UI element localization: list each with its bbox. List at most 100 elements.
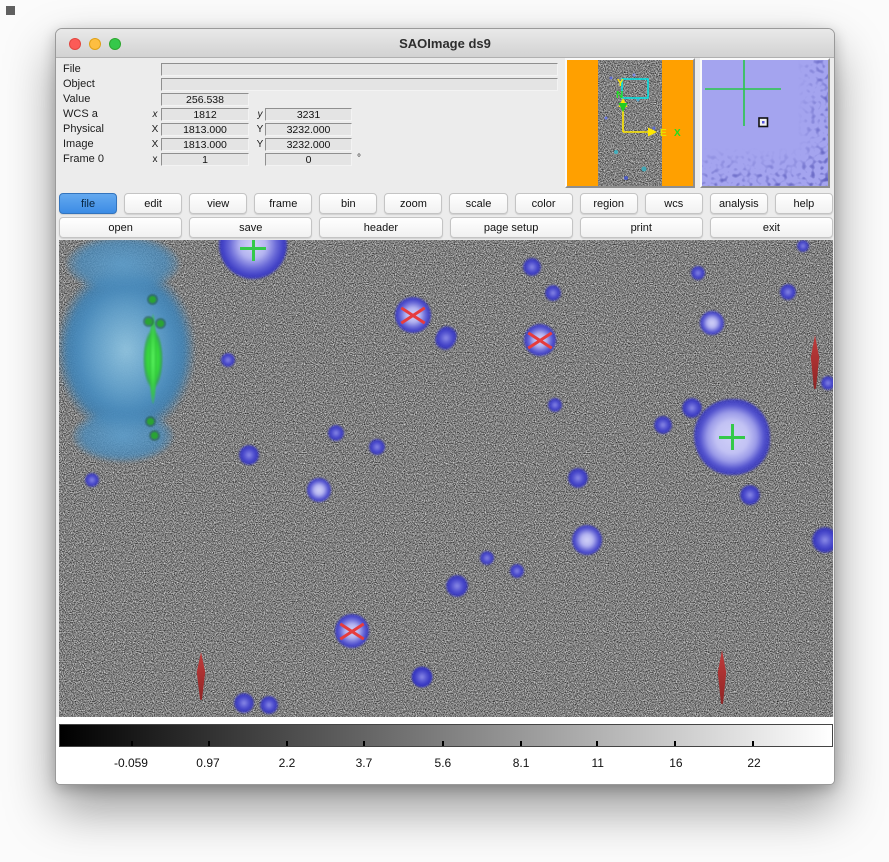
colorbar-tick-label: 11	[591, 756, 603, 770]
star-blob	[568, 468, 588, 488]
file-field[interactable]	[161, 63, 558, 76]
wcs-y-field[interactable]	[265, 108, 352, 121]
star-blob	[700, 311, 724, 335]
toolbar-button-header[interactable]: header	[319, 217, 442, 238]
panner-east-label: E	[660, 128, 667, 139]
wcs-x-label: x	[149, 107, 161, 122]
magnifier[interactable]	[700, 58, 830, 188]
galaxy-core-speckle	[145, 318, 152, 325]
toolbar-button-page-setup[interactable]: page setup	[450, 217, 573, 238]
info-row-value: Value	[56, 92, 576, 107]
galaxy-saturated-core	[138, 312, 168, 406]
value-label: Value	[63, 92, 90, 107]
menu-button-file[interactable]: file	[59, 193, 117, 214]
image-x-field[interactable]	[161, 138, 249, 151]
magnifier-canvas	[702, 60, 828, 186]
titlebar[interactable]: SAOImage ds9	[56, 29, 834, 58]
star-blob	[239, 445, 259, 465]
colorbar-gradient[interactable]	[59, 724, 833, 747]
toolbar-button-exit[interactable]: exit	[710, 217, 833, 238]
colorbar-tick	[674, 741, 676, 746]
star-blob	[480, 551, 494, 565]
toolbar-button-open[interactable]: open	[59, 217, 182, 238]
menu-button-analysis[interactable]: analysis	[710, 193, 768, 214]
image-label: Image	[63, 137, 94, 152]
toolbar-button-save[interactable]: save	[189, 217, 312, 238]
star-blob	[740, 485, 760, 505]
colorbar-tick-label: 3.7	[356, 756, 373, 770]
star-blob	[260, 696, 278, 714]
value-field[interactable]	[161, 93, 249, 106]
star-blob	[328, 425, 344, 441]
menu-button-color[interactable]: color	[515, 193, 573, 214]
image-y-field[interactable]	[265, 138, 352, 151]
menu-button-help[interactable]: help	[775, 193, 833, 214]
star-blob	[548, 398, 562, 412]
star-blob	[307, 478, 331, 502]
colorbar-tick	[208, 741, 210, 746]
window-title: SAOImage ds9	[399, 36, 491, 51]
star-blob	[523, 258, 541, 276]
red-x-marker[interactable]	[400, 304, 426, 326]
menu-button-region[interactable]: region	[580, 193, 638, 214]
frame-x-label: x	[149, 152, 161, 167]
desktop: SAOImage ds9 File Object Value WCS a x y	[0, 0, 889, 862]
colorbar-section: -0.059 0.97 2.2 3.7 5.6 8.1 11 16 22	[56, 717, 834, 784]
wcs-label: WCS a	[63, 107, 98, 122]
star-blob	[234, 693, 254, 713]
menu-button-zoom[interactable]: zoom	[384, 193, 442, 214]
colorbar-tick-label: 8.1	[513, 756, 530, 770]
sky-image-display[interactable]	[59, 240, 833, 717]
info-row-file: File	[56, 62, 576, 77]
green-cross-marker[interactable]	[719, 424, 745, 450]
galaxy-core-speckle	[157, 320, 164, 327]
physical-x-field[interactable]	[161, 123, 249, 136]
menu-button-view[interactable]: view	[189, 193, 247, 214]
star-blob	[545, 285, 561, 301]
colorbar-tick	[286, 741, 288, 746]
image-x-label: X	[149, 137, 161, 152]
file-label: File	[63, 62, 81, 77]
info-row-object: Object	[56, 77, 576, 92]
frame-label: Frame 0	[63, 152, 104, 167]
colorbar-tick	[752, 741, 754, 746]
toolbar-button-print[interactable]: print	[580, 217, 703, 238]
star-blob	[691, 266, 705, 280]
galaxy-core-speckle	[147, 418, 154, 425]
minimize-window-button[interactable]	[89, 38, 101, 50]
menubar: file edit view frame bin zoom scale colo…	[59, 193, 833, 215]
red-x-marker[interactable]	[339, 620, 365, 642]
window-controls	[69, 38, 121, 50]
magnifier-cursor-box	[759, 118, 768, 127]
screen-artifact	[6, 6, 15, 15]
menu-button-wcs[interactable]: wcs	[645, 193, 703, 214]
physical-y-field[interactable]	[265, 123, 352, 136]
object-field[interactable]	[161, 78, 558, 91]
frame-rotate-field[interactable]	[265, 153, 352, 166]
green-cross-marker[interactable]	[240, 240, 266, 261]
star-blob	[780, 284, 796, 300]
galaxy-core-speckle	[149, 296, 156, 303]
zoom-window-button[interactable]	[109, 38, 121, 50]
panner-canvas: Y N E X	[567, 60, 693, 186]
frame-zoom-field[interactable]	[161, 153, 249, 166]
wcs-x-field[interactable]	[161, 108, 249, 121]
colorbar-labels: -0.059 0.97 2.2 3.7 5.6 8.1 11 16 22	[59, 756, 833, 772]
star-blob	[412, 667, 432, 687]
colorbar-tick-label: 2.2	[279, 756, 296, 770]
red-x-marker[interactable]	[527, 329, 553, 351]
menu-button-frame[interactable]: frame	[254, 193, 312, 214]
menu-button-scale[interactable]: scale	[449, 193, 507, 214]
menu-button-bin[interactable]: bin	[319, 193, 377, 214]
colorbar-tick	[596, 741, 598, 746]
degree-symbol: °	[357, 152, 361, 166]
star-blob	[821, 376, 833, 390]
info-row-frame: Frame 0 x °	[56, 152, 576, 167]
info-row-image: Image X Y	[56, 137, 576, 152]
colorbar-tick	[363, 741, 365, 746]
close-window-button[interactable]	[69, 38, 81, 50]
panner[interactable]: Y N E X	[565, 58, 695, 188]
panner-north-label: N	[616, 90, 623, 101]
star-blob	[221, 353, 235, 367]
menu-button-edit[interactable]: edit	[124, 193, 182, 214]
